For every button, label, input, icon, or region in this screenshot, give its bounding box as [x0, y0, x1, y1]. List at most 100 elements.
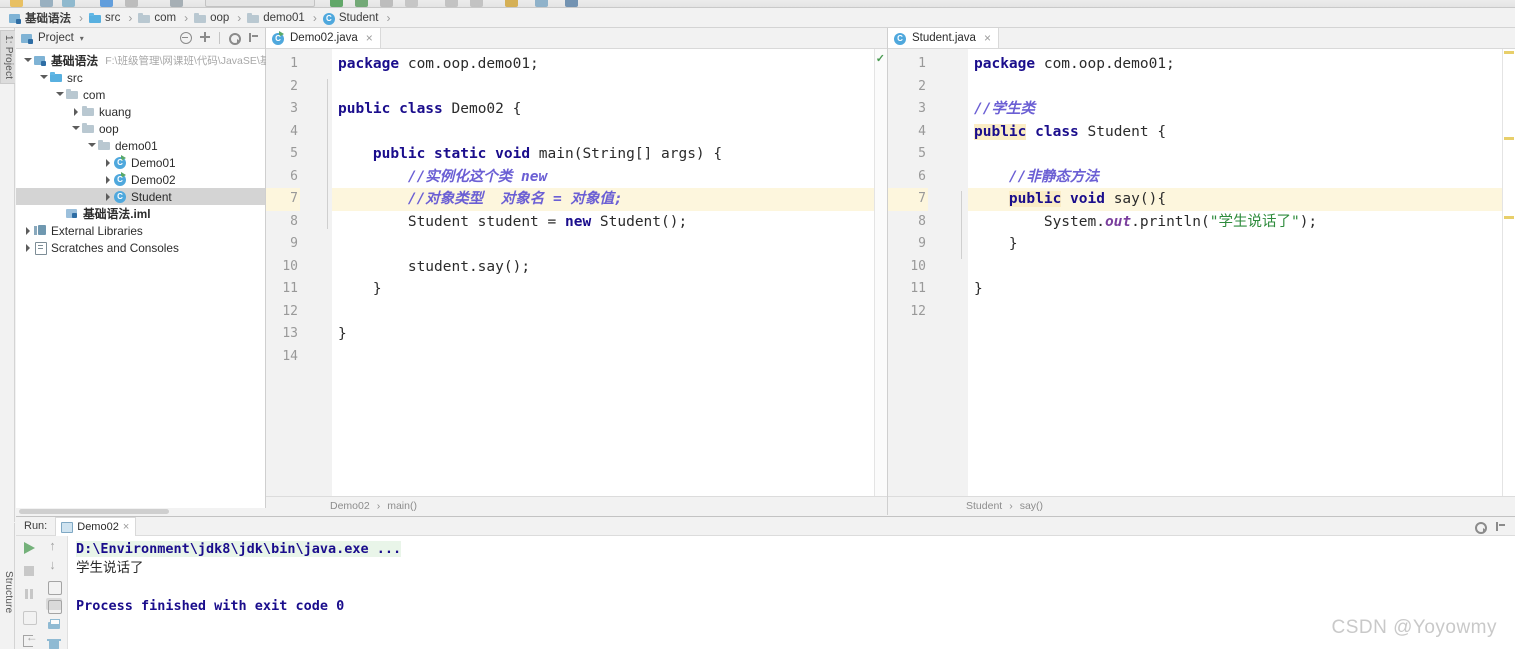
breadcrumb-method[interactable]: main() — [387, 500, 417, 512]
code-token: student.say(); — [338, 258, 531, 275]
toolwindow-tab-structure[interactable]: Structure — [0, 571, 15, 613]
project-horizontal-scrollbar[interactable] — [16, 508, 266, 515]
iml-file-icon — [66, 207, 79, 220]
breadcrumb-item-oop[interactable]: oop › — [191, 9, 244, 28]
code-line: package com.oop.demo01; — [332, 53, 887, 76]
console-output[interactable]: D:\Environment\jdk8\jdk\bin\java.exe ...… — [68, 536, 1515, 649]
breadcrumb-item-module[interactable]: 基础语法 › — [6, 9, 86, 28]
chevron-right-icon[interactable] — [22, 239, 33, 256]
tree-node-external-libraries[interactable]: External Libraries — [16, 222, 265, 239]
library-icon — [34, 224, 47, 237]
toolbar-icon-redo[interactable] — [125, 0, 138, 7]
chevron-right-icon[interactable] — [70, 103, 81, 120]
watermark: CSDN @Yoyowmy — [1331, 617, 1497, 638]
exit-button[interactable] — [21, 630, 38, 648]
expand-all-icon[interactable] — [199, 31, 212, 44]
chevron-down-icon[interactable]: ▾ — [80, 34, 84, 43]
chevron-right-icon[interactable] — [102, 171, 113, 188]
breadcrumb-method[interactable]: say() — [1020, 500, 1043, 512]
toolbar-icon-settings[interactable] — [535, 0, 548, 7]
chevron-down-icon[interactable] — [86, 137, 97, 154]
editor-tab-student[interactable]: Student.java × — [888, 28, 999, 48]
scroll-to-end-button[interactable] — [46, 597, 63, 615]
breadcrumb-item-demo01[interactable]: demo01 › — [244, 9, 320, 28]
toolbar-icon-save[interactable] — [40, 0, 53, 7]
scroll-up-button[interactable] — [46, 538, 62, 553]
minimize-icon[interactable] — [1494, 520, 1507, 533]
toolbar-icon-run[interactable] — [330, 0, 343, 7]
tree-node-Demo01[interactable]: Demo01 — [16, 154, 265, 171]
tree-node-iml[interactable]: 基础语法.iml — [16, 205, 265, 222]
tree-node-src[interactable]: src — [16, 69, 265, 86]
toolwindow-tab-project[interactable]: 1: Project — [0, 30, 15, 85]
stop-button[interactable] — [21, 563, 37, 579]
gear-icon[interactable] — [1473, 520, 1487, 534]
scroll-down-button[interactable] — [46, 557, 62, 572]
breadcrumb-item-student[interactable]: Student › — [320, 9, 394, 28]
close-icon[interactable]: × — [366, 32, 373, 44]
chevron-right-icon[interactable] — [22, 222, 33, 239]
code-line: //学生类 — [968, 98, 1515, 121]
tree-node-Demo02[interactable]: Demo02 — [16, 171, 265, 188]
tree-node-demo01[interactable]: demo01 — [16, 137, 265, 154]
breadcrumb-class[interactable]: Student — [966, 500, 1002, 512]
chevron-down-icon[interactable] — [54, 86, 65, 103]
editor-tabbar-right: Student.java × — [888, 28, 1515, 49]
java-class-runnable-icon — [272, 30, 285, 45]
toolbar-icon-build[interactable] — [170, 0, 183, 7]
error-stripe-left[interactable]: ✓ — [874, 49, 887, 515]
stripe-marker[interactable] — [1504, 216, 1514, 219]
clear-all-button[interactable] — [46, 637, 62, 649]
chevron-down-icon[interactable] — [22, 52, 33, 69]
breadcrumb-item-com[interactable]: com › — [135, 9, 191, 28]
toolbar-icon-debug[interactable] — [355, 0, 368, 7]
toolbar-icon-undo[interactable] — [100, 0, 113, 7]
code-token: //学生类 — [974, 101, 1035, 117]
breadcrumb-class[interactable]: Demo02 — [330, 500, 370, 512]
tree-node-module[interactable]: 基础语法 F:\班级管理\网课班\代码\JavaSE\基础语 — [16, 52, 291, 69]
tree-node-com[interactable]: com — [16, 86, 265, 103]
chevron-right-icon[interactable] — [102, 188, 113, 205]
breadcrumb-item-src[interactable]: src › — [86, 9, 135, 28]
print-button[interactable] — [46, 617, 62, 630]
run-configuration-selector[interactable] — [205, 0, 315, 7]
tree-node-Student[interactable]: Student — [16, 188, 265, 205]
hide-panel-icon[interactable] — [247, 31, 260, 44]
toolbar-icon-stop[interactable] — [405, 0, 418, 7]
close-icon[interactable]: × — [984, 32, 991, 44]
code-text-left[interactable]: package com.oop.demo01; public class Dem… — [332, 49, 887, 515]
toolbar-icon-search[interactable] — [505, 0, 518, 7]
toolbar-icon-open[interactable] — [10, 0, 23, 7]
tree-node-kuang[interactable]: kuang — [16, 103, 265, 120]
error-stripe-right[interactable] — [1502, 49, 1515, 515]
toolbar-icon-vcs-commit[interactable] — [470, 0, 483, 7]
chevron-down-icon[interactable] — [38, 69, 49, 86]
collapse-all-icon[interactable] — [179, 31, 192, 44]
tree-node-oop[interactable]: oop — [16, 120, 265, 137]
toolbar-icon-profile[interactable] — [380, 0, 393, 7]
code-text-right[interactable]: package com.oop.demo01; //学生类 public cla… — [968, 49, 1515, 515]
run-tab-demo02[interactable]: Demo02 × — [55, 516, 137, 536]
dump-threads-button[interactable] — [21, 609, 37, 625]
stripe-marker[interactable] — [1504, 137, 1514, 140]
source-folder-icon — [89, 12, 102, 25]
editor-tab-demo02[interactable]: Demo02.java × — [266, 28, 381, 48]
line-number: 11 — [910, 281, 926, 296]
chevron-down-icon[interactable] — [70, 120, 81, 137]
toolbar-icon-structure[interactable] — [565, 0, 578, 7]
breadcrumb-separator: › — [376, 500, 381, 512]
stripe-marker[interactable] — [1504, 51, 1514, 54]
toolbar-icon-sync[interactable] — [62, 0, 75, 7]
tree-node-label: Demo01 — [131, 155, 176, 170]
chevron-right-icon[interactable] — [102, 154, 113, 171]
soft-wrap-button[interactable] — [46, 579, 63, 596]
close-icon[interactable]: × — [123, 521, 129, 533]
scrollbar-thumb[interactable] — [19, 509, 169, 514]
settings-gear-icon[interactable] — [227, 31, 241, 45]
rerun-button[interactable] — [21, 540, 37, 556]
pause-button[interactable] — [21, 586, 37, 602]
toolbar-icon-vcs-update[interactable] — [445, 0, 458, 7]
tree-node-scratches[interactable]: Scratches and Consoles — [16, 239, 265, 256]
project-tool-window: Project ▾ 基础语法 F:\班级管理\网课班\代码\JavaSE\基础语… — [16, 28, 291, 515]
